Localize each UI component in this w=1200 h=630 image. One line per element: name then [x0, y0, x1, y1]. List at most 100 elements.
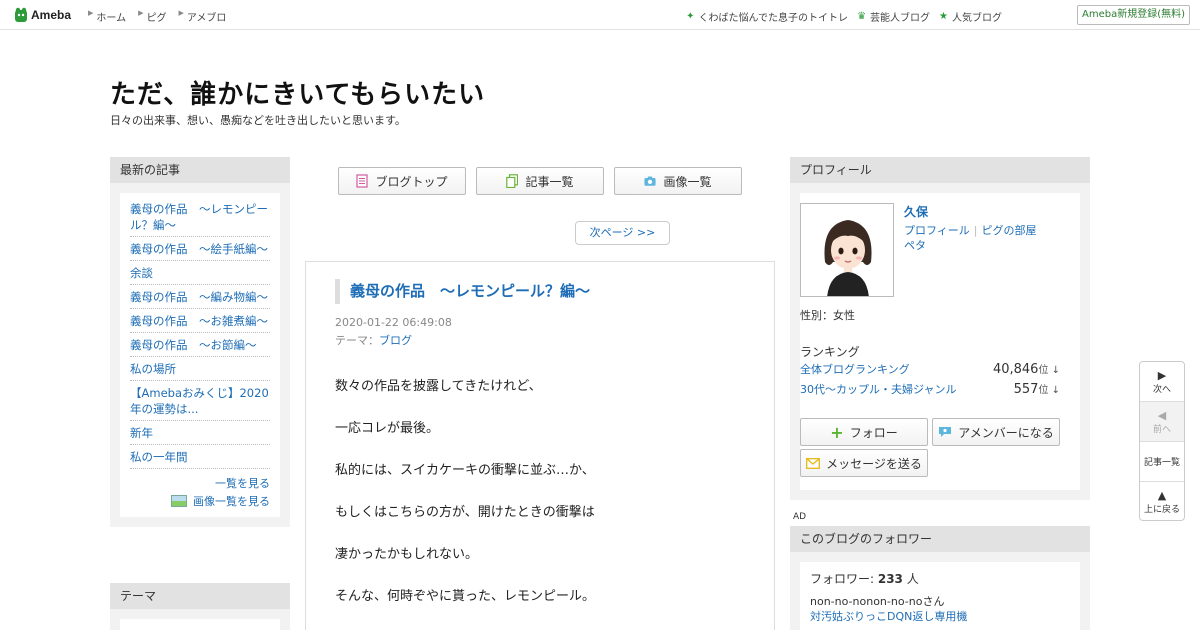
logo-text: Ameba	[31, 8, 72, 22]
recent-entry[interactable]: 義母の作品 〜お節編〜	[130, 333, 270, 357]
image-list-label: 画像一覧を見る	[193, 495, 270, 508]
blog-top-button[interactable]: ブログトップ	[338, 167, 466, 195]
nav-pigg[interactable]: ピグ	[146, 9, 166, 24]
ad-label: AD	[793, 512, 807, 522]
follow-button[interactable]: + フォロー	[800, 418, 928, 446]
celebrity-blog-link[interactable]: ♛ 芸能人ブログ	[857, 9, 930, 24]
follower-name: non-no-nonon-no-noさん	[810, 595, 945, 608]
next-page-button[interactable]: 次ページ >>	[575, 221, 670, 245]
entry-list-label: 記事一覧	[525, 174, 574, 189]
entry-list-button[interactable]: 記事一覧	[476, 167, 604, 195]
side-navigation: ▶ 次へ ◀ 前へ 記事一覧 ▲ 上に戻る	[1139, 361, 1185, 521]
follow-label: フォロー	[849, 425, 898, 440]
entries-list-button[interactable]: 記事一覧	[1140, 442, 1184, 482]
recent-entry[interactable]: 義母の作品 〜レモンピール？編〜	[130, 197, 270, 237]
prev-entry-button[interactable]: ◀ 前へ	[1140, 402, 1184, 442]
avatar[interactable]	[800, 203, 894, 297]
recent-entry[interactable]: 【Amebaおみくじ】2020年の運勢は...	[130, 381, 270, 421]
followers-box: このブログのフォロワー フォロワー: 233 人 non-no-nonon-no…	[790, 526, 1090, 630]
ameba-logo-icon	[15, 7, 27, 22]
next-entry-label: 次へ	[1152, 384, 1171, 395]
profile-links: プロフィール | ピグの部屋 ペタ	[904, 223, 1054, 253]
pigg-room-link[interactable]: ピグの部屋	[982, 224, 1037, 237]
entries-list-label: 記事一覧	[1143, 458, 1180, 468]
speech-bubble-icon	[939, 427, 952, 437]
amember-label: アメンバーになる	[958, 425, 1054, 440]
image-list-label: 画像一覧	[663, 174, 712, 189]
article: 義母の作品 〜レモンピール？編〜 2020-01-22 06:49:08 テーマ…	[305, 261, 775, 630]
trending-link-label: くわばた悩んでた息子のトイトレ	[698, 13, 849, 24]
trending-link[interactable]: ✦ くわばた悩んでた息子のトイトレ	[686, 9, 848, 24]
avatar-image	[801, 204, 893, 296]
popular-blog-link[interactable]: ★ 人気ブログ	[939, 9, 1002, 24]
ranking-label[interactable]: 全体ブログランキング	[800, 361, 910, 377]
popular-blog-label: 人気ブログ	[952, 13, 1002, 24]
article-theme-link[interactable]: ブログ	[379, 334, 412, 347]
prev-entry-label: 前へ	[1152, 424, 1171, 435]
header-links: ✦ くわばた悩んでた息子のトイトレ ♛ 芸能人ブログ ★ 人気ブログ	[677, 9, 1002, 24]
back-icon: ◀	[1157, 408, 1167, 422]
back-to-top-button[interactable]: ▲ 上に戻る	[1140, 482, 1184, 522]
profile-body: 久保 プロフィール | ピグの部屋 ペタ 性別：女性 ランキング 全体ブログランキン…	[800, 193, 1080, 490]
blog-description: 日々の出来事、想い、愚痴などを吐き出したいと思います。	[110, 114, 406, 127]
article-paragraph: そんな、何時ぞやに貰った、レモンピール。	[335, 589, 596, 604]
theme-box: テーマ	[110, 583, 290, 630]
article-paragraph: 凄かったかもしれない。	[335, 547, 479, 562]
recent-entry[interactable]: 義母の作品 〜絵手紙編〜	[130, 237, 270, 261]
article-theme: テーマ：ブログ	[335, 332, 412, 348]
ranking-value: 557位 ↓	[1014, 381, 1060, 397]
theme-heading: テーマ	[110, 583, 290, 609]
next-entry-button[interactable]: ▶ 次へ	[1140, 362, 1184, 402]
recent-entry[interactable]: 余談	[130, 261, 270, 285]
recent-entry[interactable]: 新年	[130, 421, 270, 445]
register-button[interactable]: Ameba新規登録(無料)	[1077, 5, 1190, 25]
recent-entry[interactable]: 義母の作品 〜編み物編〜	[130, 285, 270, 309]
image-list-link[interactable]: 画像一覧を見る	[130, 493, 270, 509]
celebrity-blog-label: 芸能人ブログ	[870, 13, 931, 24]
recent-entry[interactable]: 義母の作品 〜お雑煮編〜	[130, 309, 270, 333]
up-triangle-icon: ▲	[1157, 489, 1167, 502]
back-to-top-label: 上に戻る	[1143, 505, 1180, 515]
nav-amebro[interactable]: アメブロ	[187, 9, 227, 24]
follower-count-suffix: 人	[902, 572, 919, 586]
follower-blog-link[interactable]: 対汚姑ぶりっこDQN返し専用機	[810, 608, 967, 624]
send-message-button[interactable]: メッセージを送る	[800, 449, 928, 477]
profile-name[interactable]: 久保	[904, 203, 928, 220]
camera-icon	[644, 176, 657, 186]
recent-entries-heading: 最新の記事	[110, 157, 290, 183]
ameba-logo[interactable]: Ameba	[14, 6, 71, 24]
recent-entries-box: 最新の記事 義母の作品 〜レモンピール？編〜 義母の作品 〜絵手紙編〜 余談 義…	[110, 157, 290, 527]
article-paragraph: もしくはこちらの方が、開けたときの衝撃は	[335, 505, 595, 520]
article-date: 2020-01-22 06:49:08	[335, 316, 452, 329]
link-separator: |	[973, 224, 978, 237]
amember-button[interactable]: アメンバーになる	[932, 418, 1060, 446]
ranking-unit: 位 ↓	[1038, 385, 1060, 396]
article-paragraph: 数々の作品を披露してきたけれど、	[335, 379, 542, 394]
star-icon: ★	[939, 11, 948, 22]
blog-title[interactable]: ただ、誰かにきいてもらいたい	[110, 74, 485, 111]
recent-entries-list: 義母の作品 〜レモンピール？編〜 義母の作品 〜絵手紙編〜 余談 義母の作品 〜…	[120, 193, 280, 517]
followers-heading: このブログのフォロワー	[790, 526, 1090, 552]
nav-arrow-icon: ▶	[178, 9, 184, 17]
ranking-row-overall: 全体ブログランキング 40,846位 ↓	[800, 361, 1060, 377]
recent-entry[interactable]: 私の一年間	[130, 445, 270, 469]
entry-list-link[interactable]: 一覧を見る	[130, 475, 270, 491]
image-list-button[interactable]: 画像一覧	[614, 167, 742, 195]
profile-box: プロフィール 久保 プロフィール| ピグの部屋 ペタ 性別：女性 ランキング	[790, 157, 1090, 500]
article-paragraph: 私的には、スイカケーキの衝撃に並ぶ…か、	[335, 463, 595, 478]
recent-entry[interactable]: 私の場所	[130, 357, 270, 381]
article-title[interactable]: 義母の作品 〜レモンピール？編〜	[335, 279, 590, 304]
global-header: Ameba ▶ ホーム ▶ ピグ ▶ アメブロ ✦ くわばた悩んでた息子のトイトレ ♛…	[0, 0, 1200, 30]
ranking-heading: ランキング	[800, 345, 860, 359]
article-body: 数々の作品を披露してきたけれど、 一応コレが最後。 私的には、スイカケーキの衝撃…	[335, 379, 755, 630]
send-message-label: メッセージを送る	[826, 456, 922, 471]
ranking-label[interactable]: 30代〜カップル・夫婦ジャンル	[800, 381, 956, 397]
profile-gender: 性別：女性	[800, 309, 855, 322]
global-nav: ▶ ホーム ▶ ピグ ▶ アメブロ	[88, 9, 238, 24]
follower-count-prefix: フォロワー:	[810, 572, 878, 586]
peta-link[interactable]: ペタ	[904, 239, 926, 252]
profile-link[interactable]: プロフィール	[904, 224, 970, 237]
envelope-icon	[806, 457, 821, 469]
sparkle-icon: ✦	[686, 11, 695, 22]
nav-home[interactable]: ホーム	[96, 9, 126, 24]
